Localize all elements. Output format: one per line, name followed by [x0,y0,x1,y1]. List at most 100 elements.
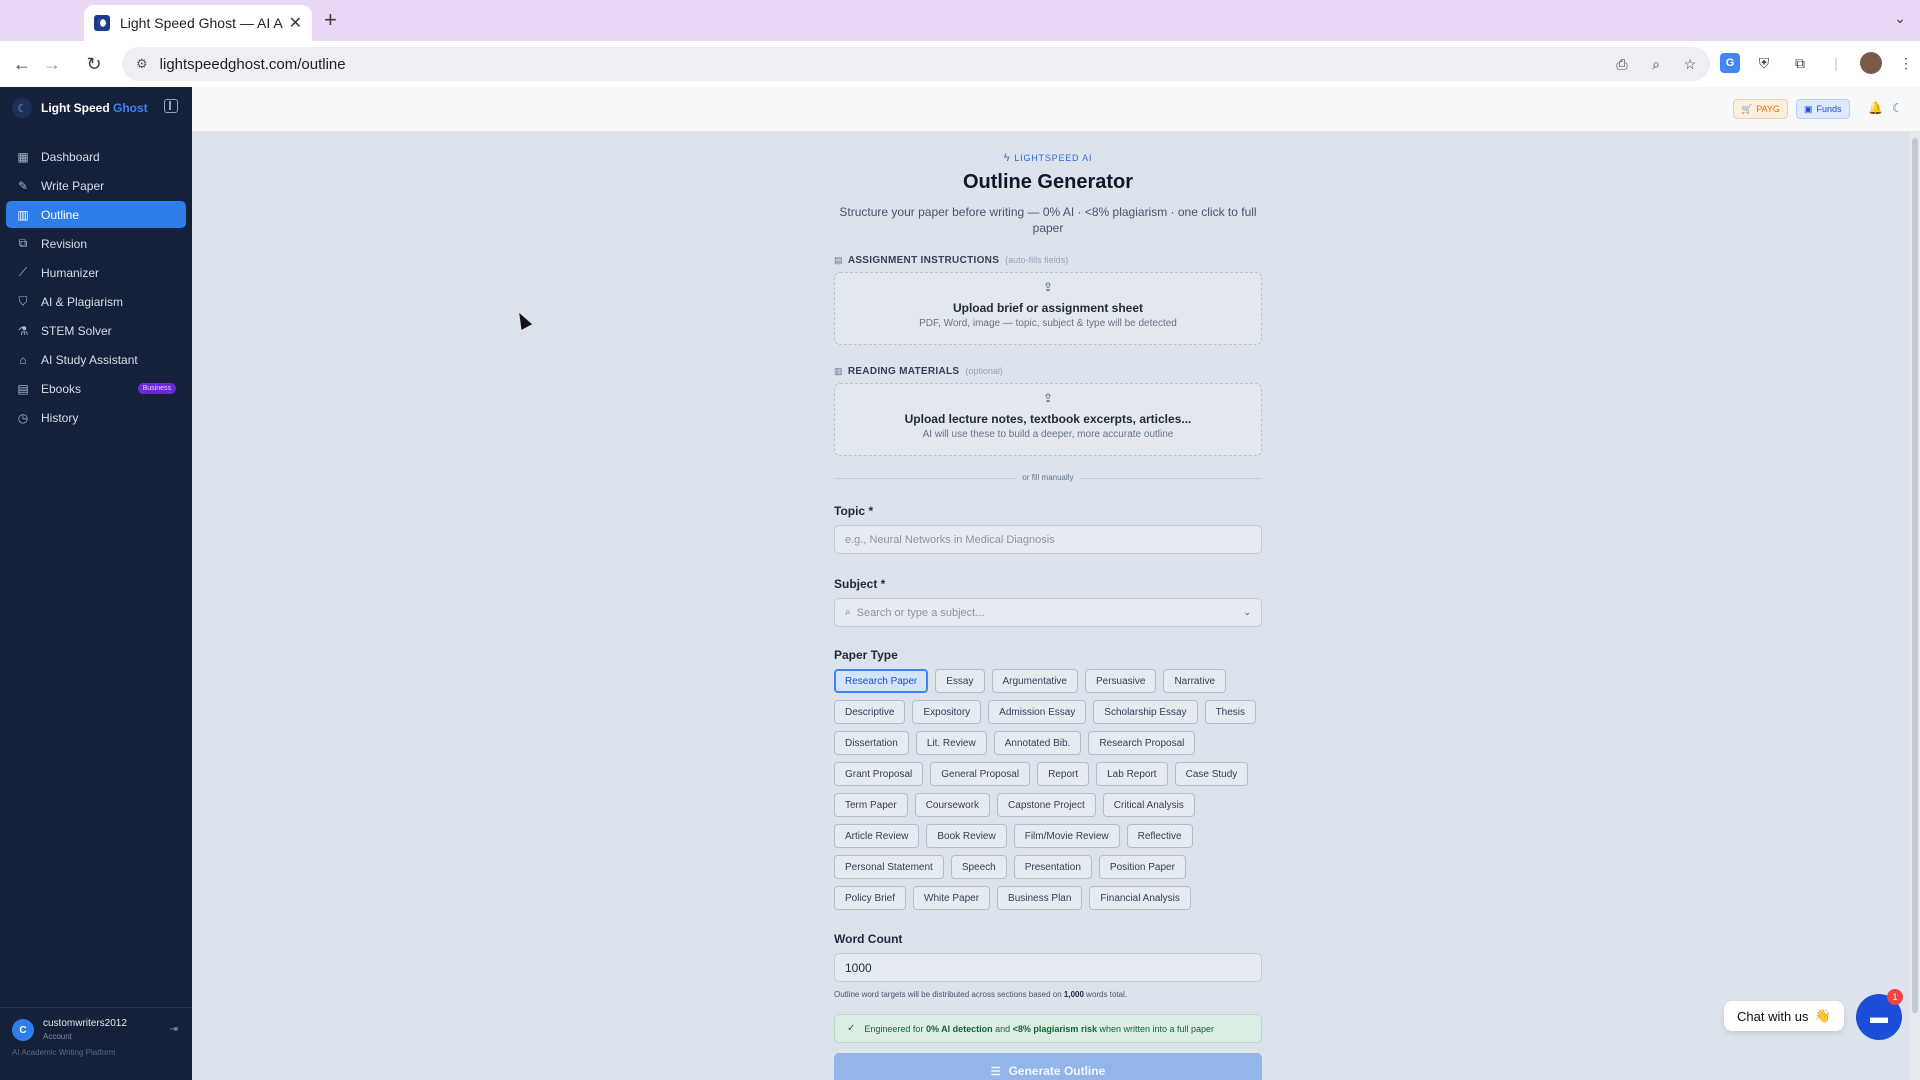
sidebar-item-label: AI & Plagiarism [41,294,124,309]
back-icon[interactable]: ← [8,50,36,78]
ebook-icon: ▤ [17,381,29,396]
paper-type-option[interactable]: Thesis [1204,700,1257,724]
sidebar-item-ai-study-assistant[interactable]: ⌂ AI Study Assistant [6,346,186,373]
reload-icon[interactable]: ↻ [80,50,108,78]
extensions-puzzle-icon[interactable]: ⧉ [1788,51,1812,75]
brand[interactable]: ☾ Light Speed Ghost [12,97,188,119]
logout-icon[interactable]: ⇥ [170,1024,178,1035]
word-count-input[interactable]: 1000 [834,953,1262,982]
translate-extension-icon[interactable]: G [1720,53,1740,73]
chat-invite[interactable]: Chat with us 👋 [1724,1001,1844,1031]
sidebar-item-outline[interactable]: ▥ Outline [6,201,186,228]
funds-label: Funds [1816,104,1842,114]
paper-type-option[interactable]: Persuasive [1084,669,1157,693]
sidebar-item-history[interactable]: ◷ History [6,404,186,431]
new-tab-button[interactable]: + [324,8,337,32]
sidebar-collapse-icon[interactable] [164,99,178,113]
sidebar-item-ebooks[interactable]: ▤ Ebooks Business [6,375,186,402]
paper-type-option[interactable]: Research Proposal [1088,731,1196,755]
topic-input[interactable]: e.g., Neural Networks in Medical Diagnos… [834,525,1262,554]
forward-icon[interactable]: → [38,50,66,78]
search-icon: ⌕ [845,607,851,618]
paper-type-option[interactable]: Personal Statement [834,855,944,879]
topic-placeholder: e.g., Neural Networks in Medical Diagnos… [845,533,1055,546]
paper-type-option[interactable]: Critical Analysis [1102,793,1195,817]
reading-upload-dropzone[interactable]: ⇪ Upload lecture notes, textbook excerpt… [834,383,1262,456]
close-tab-icon[interactable]: ✕ [289,13,302,33]
chat-label: Chat with us [1737,1008,1809,1024]
moon-icon[interactable]: ☾ [1892,101,1903,115]
generate-outline-button[interactable]: ☰ Generate Outline [834,1053,1262,1080]
sidebar-item-label: Ebooks [41,381,82,396]
paper-type-option[interactable]: Presentation [1013,855,1092,879]
paper-type-option[interactable]: Book Review [926,824,1007,848]
paper-type-option[interactable]: Business Plan [997,886,1083,910]
subject-combobox[interactable]: ⌕ Search or type a subject... ⌄ [834,598,1262,627]
scrollbar-thumb[interactable] [1912,138,1918,1013]
site-info-icon[interactable]: ⚙ [136,56,148,72]
paper-type-option[interactable]: Essay [935,669,985,693]
app-header: 🛒 PAYG ▣ Funds 🔔 ☾ [192,87,1920,132]
pen-icon: ✎ [17,178,29,193]
tab-title: Light Speed Ghost — AI Acad [120,15,283,31]
payg-button[interactable]: 🛒 PAYG [1733,99,1788,119]
paper-type-option[interactable]: General Proposal [930,762,1031,786]
url-text: lightspeedghost.com/outline [159,55,346,73]
page-title: Outline Generator [962,171,1134,193]
browser-toolbar: ← → ↻ ⚙ lightspeedghost.com/outline ⎙ ⌕ … [0,41,1920,87]
scrollbar[interactable] [1910,132,1920,1080]
paper-type-option[interactable]: Argumentative [991,669,1078,693]
paper-type-option[interactable]: Term Paper [834,793,908,817]
sidebar-item-revision[interactable]: ⧉ Revision [6,230,186,257]
tab-search-chevron-icon[interactable]: ⌄ [1894,10,1906,27]
upload-icon: ⇪ [1042,391,1054,405]
bell-icon[interactable]: 🔔 [1868,101,1883,115]
user-avatar[interactable]: C [12,1019,34,1041]
sidebar-item-dashboard[interactable]: ▦ Dashboard [6,143,186,170]
wallet-icon: ▣ [1804,103,1813,114]
address-bar[interactable]: ⚙ lightspeedghost.com/outline ⎙ ⌕ ☆ [122,47,1710,81]
paper-type-option[interactable]: Coursework [914,793,991,817]
browser-tab[interactable]: Light Speed Ghost — AI Acad ✕ [84,5,312,41]
paper-type-option[interactable]: Admission Essay [988,700,1087,724]
paper-type-option[interactable]: Capstone Project [997,793,1096,817]
paper-type-option[interactable]: Film/Movie Review [1013,824,1120,848]
sidebar-item-stem-solver[interactable]: ⚗ STEM Solver [6,317,186,344]
paper-type-option[interactable]: Case Study [1174,762,1249,786]
paper-type-option[interactable]: Report [1037,762,1090,786]
assignment-upload-dropzone[interactable]: ⇪ Upload brief or assignment sheet PDF, … [834,272,1262,345]
sidebar-item-ai-plagiarism[interactable]: ⛉ AI & Plagiarism [6,288,186,315]
chevron-down-icon[interactable]: ⌄ [1243,607,1251,618]
sidebar-item-humanizer[interactable]: ⟋ Humanizer [6,259,186,286]
browser-tab-bar: Light Speed Ghost — AI Acad ✕ + ⌄ [0,0,1920,41]
paper-type-option[interactable]: Annotated Bib. [993,731,1082,755]
upload-title: Upload brief or assignment sheet [952,301,1144,315]
profile-avatar-icon[interactable] [1860,52,1882,74]
zoom-icon[interactable]: ⌕ [1646,54,1666,74]
site-favicon-icon [94,15,110,31]
sidebar-item-write-paper[interactable]: ✎ Write Paper [6,172,186,199]
paper-type-option[interactable]: White Paper [913,886,991,910]
install-app-icon[interactable]: ⎙ [1612,54,1632,74]
paper-type-option[interactable]: Descriptive [834,700,906,724]
paper-type-option[interactable]: Article Review [834,824,920,848]
browser-menu-icon[interactable]: ⋮ [1894,51,1918,75]
paper-type-option[interactable]: Reflective [1126,824,1193,848]
paper-type-option[interactable]: Policy Brief [834,886,907,910]
sidebar-item-label: Revision [41,236,88,251]
paper-type-option[interactable]: Research Paper [834,669,929,693]
paper-type-option[interactable]: Lab Report [1096,762,1168,786]
paper-type-option[interactable]: Grant Proposal [834,762,924,786]
paper-type-option[interactable]: Lit. Review [915,731,987,755]
paper-type-option[interactable]: Scholarship Essay [1093,700,1198,724]
paper-type-option[interactable]: Financial Analysis [1089,886,1191,910]
bookmark-star-icon[interactable]: ☆ [1680,54,1700,74]
funds-button[interactable]: ▣ Funds [1796,99,1850,119]
paper-type-option[interactable]: Narrative [1163,669,1227,693]
shield-extension-icon[interactable]: ⛨ [1752,51,1776,75]
paper-type-option[interactable]: Dissertation [834,731,909,755]
paper-type-option[interactable]: Speech [950,855,1007,879]
paper-type-option[interactable]: Expository [912,700,982,724]
paper-type-option[interactable]: Position Paper [1098,855,1186,879]
wand-icon: ⟋ [18,265,28,279]
